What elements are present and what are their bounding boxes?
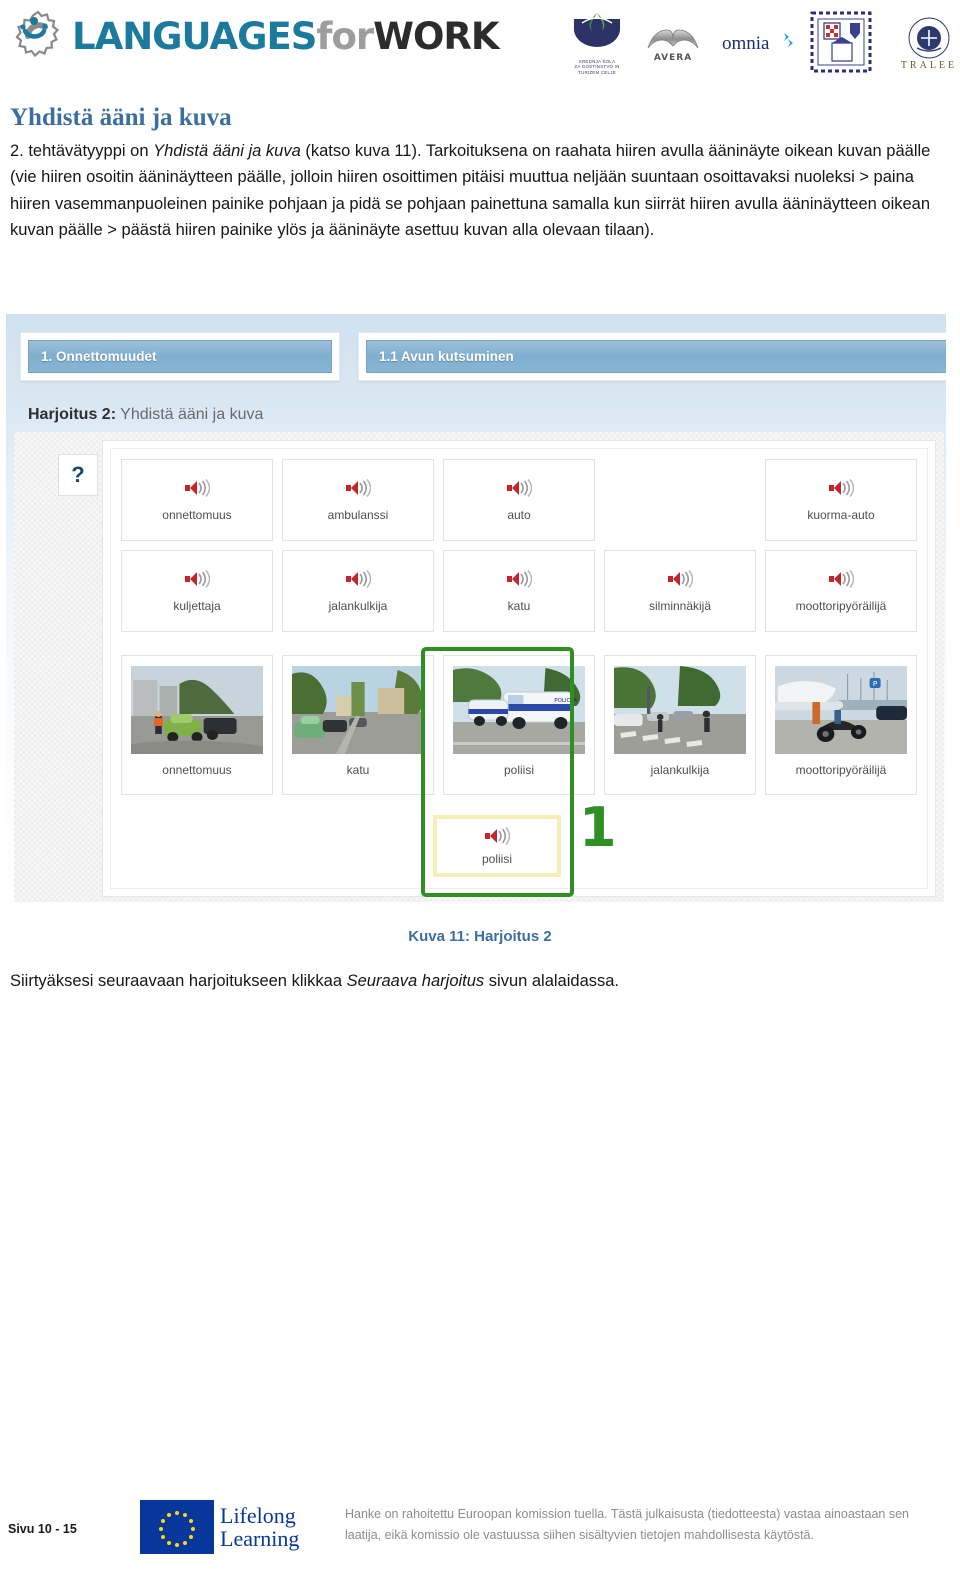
audio-card[interactable]: silminnäkijä [604,550,756,632]
page-footer: Sivu 10 - 15 Lifelong Learning Hanke on … [0,1496,960,1568]
svg-text:POLICIJA: POLICIJA [554,698,577,704]
exercise-heading-bold: Harjoitus 2: [28,406,117,423]
speaker-icon [506,569,533,589]
brand-part-for: for [316,14,374,58]
text-run-2: sivun alalaidassa. [484,972,620,990]
audio-card[interactable]: ambulanssi [282,459,434,541]
avera-logo: AVERA [642,22,704,62]
figure-caption: Kuva 11: Harjoitus 2 [408,928,552,945]
brand-logo: LANGUAGESforWORK [8,6,500,66]
speaker-icon [506,478,533,498]
text-run-1: Seuraava harjoitus [346,972,485,990]
audio-sample-grid: onnettomuus ambulanssi auto kuorma-auto kulj… [121,459,917,632]
svg-text:P: P [873,679,878,688]
audio-card-label: auto [507,508,531,522]
exercise-stage-inner: onnettomuus ambulanssi auto kuorma-auto kulj… [110,448,928,897]
audio-card[interactable]: jalankulkija [282,550,434,632]
image-card-label: jalankulkija [650,763,710,777]
tab-avun-kutsuminen[interactable]: 1.1 Avun kutsuminen [358,332,946,381]
audio-card[interactable]: katu [443,550,595,632]
image-card-label: katu [346,763,370,777]
omnia-logo: omnia [718,25,796,59]
exercise-canvas: ? onnettomuus ambulanssi auto kuorma-auto ku… [14,432,944,902]
dropped-audio-label: poliisi [481,852,512,866]
audio-card-empty-slot [604,459,756,541]
image-card[interactable]: Pmoottoripyöräilijä [765,655,917,795]
image-card[interactable]: POLICIJA poliisi [443,655,595,795]
lifelong-learning-text: Lifelong Learning [220,1504,299,1550]
audio-card-label: onnettomuus [162,508,232,522]
audio-card-label: katu [507,599,531,613]
image-thumbnail-pedestrian-crossing [614,666,746,754]
audio-card-label: kuljettaja [173,599,221,613]
speaker-icon [828,478,855,498]
audio-card-label: silminnäkijä [648,599,712,613]
exercise-heading-rest: Yhdistä ääni ja kuva [116,406,264,423]
image-card[interactable]: jalankulkija [604,655,756,795]
tab-avun-kutsuminen-label: 1.1 Avun kutsuminen [366,340,946,373]
eu-flag-icon [140,1500,214,1554]
tab-onnettomuudet-label: 1. Onnettomuudet [28,340,332,373]
audio-card[interactable]: auto [443,459,595,541]
annotation-number: 1 [579,796,617,859]
image-card-label: poliisi [503,763,534,777]
srednja-sola-caption: SREDNJA ŠOLA ZA GOSTINSTVO IN TURIZEM CEL… [574,58,620,75]
image-card[interactable]: onnettomuus [121,655,273,795]
text-run-0: 2. tehtävätyyppi on [10,141,154,160]
brand-part-languages: LANGUAGES [72,14,317,58]
speaker-icon [345,478,372,498]
tab-onnettomuudet[interactable]: 1. Onnettomuudet [20,332,340,381]
image-thumbnail-car-crash [131,666,263,754]
help-button[interactable]: ? [58,454,98,496]
brand-part-work: WORK [373,14,499,58]
ll-line2: Learning [220,1526,300,1551]
speaker-icon [184,478,211,498]
audio-card-label: moottoripyöräilijä [795,599,887,613]
audio-card-label: jalankulkija [328,599,388,613]
lifelong-learning-logo: Lifelong Learning [140,1500,299,1554]
audio-card-label: kuorma-auto [807,508,875,522]
page-number: Sivu 10 - 15 [8,1522,77,1536]
speaker-icon [345,569,372,589]
audio-card[interactable]: moottoripyöräilijä [765,550,917,632]
exercise-heading: Harjoitus 2: Yhdistä ääni ja kuva [28,406,263,424]
funding-disclaimer: Hanke on rahoitettu Euroopan komission t… [345,1507,909,1542]
image-thumbnail-scooter-harbour: P [775,666,907,754]
image-card-grid: onnettomuus katu POLICIJA poliisi jalankulki… [121,655,917,795]
page-header: LANGUAGESforWORK SREDNJA ŠOLA ZA GOSTINST… [0,0,960,88]
speaker-icon [184,569,211,589]
image-card[interactable]: katu [282,655,434,795]
svg-text:AVERA: AVERA [654,53,692,62]
speaker-icon [484,826,511,846]
brand-wordmark: LANGUAGESforWORK [72,14,500,58]
image-thumbnail-street [292,666,424,754]
closing-paragraph: Siirtyäksesi seuraavaan harjoitukseen kl… [10,968,940,994]
tralee-logo: TRALEE [886,14,960,70]
svg-text:omnia: omnia [722,33,770,54]
audio-card[interactable]: kuorma-auto [765,459,917,541]
exercise-stage: onnettomuus ambulanssi auto kuorma-auto kulj… [102,440,936,897]
image-card-label: onnettomuus [162,763,232,777]
speaker-icon [828,569,855,589]
audio-card[interactable]: kuljettaja [121,550,273,632]
image-card-label: moottoripyöräilijä [795,763,887,777]
ll-line1: Lifelong [220,1502,296,1528]
partner-logos: SREDNJA ŠOLA ZA GOSTINSTVO IN TURIZEM CEL… [566,6,960,78]
gear-person-icon [8,6,68,66]
audio-card[interactable]: onnettomuus [121,459,273,541]
instruction-paragraph: 2. tehtävätyyppi on Yhdistä ääni ja kuva… [10,138,940,244]
speaker-icon [667,569,694,589]
page-title: Yhdistä ääni ja kuva [10,104,232,131]
srednja-sola-logo: SREDNJA ŠOLA ZA GOSTINSTVO IN TURIZEM CEL… [566,9,628,76]
dropped-audio-card[interactable]: poliisi [433,815,561,877]
breadcrumb-tabs: 1. Onnettomuudet 1.1 Avun kutsuminen [20,332,946,381]
text-run-0: Siirtyäksesi seuraavaan harjoitukseen kl… [10,972,347,990]
croatia-crest-logo [810,11,872,73]
svg-text:TRALEE: TRALEE [901,60,957,70]
document-body: Yhdistä ääni ja kuva 2. tehtävätyyppi on… [10,104,940,244]
text-run-1: Yhdistä ääni ja kuva [153,141,301,160]
embedded-screenshot: 1. Onnettomuudet 1.1 Avun kutsuminen Har… [6,314,946,908]
image-thumbnail-police-vans: POLICIJA [453,666,585,754]
audio-card-label: ambulanssi [327,508,389,522]
